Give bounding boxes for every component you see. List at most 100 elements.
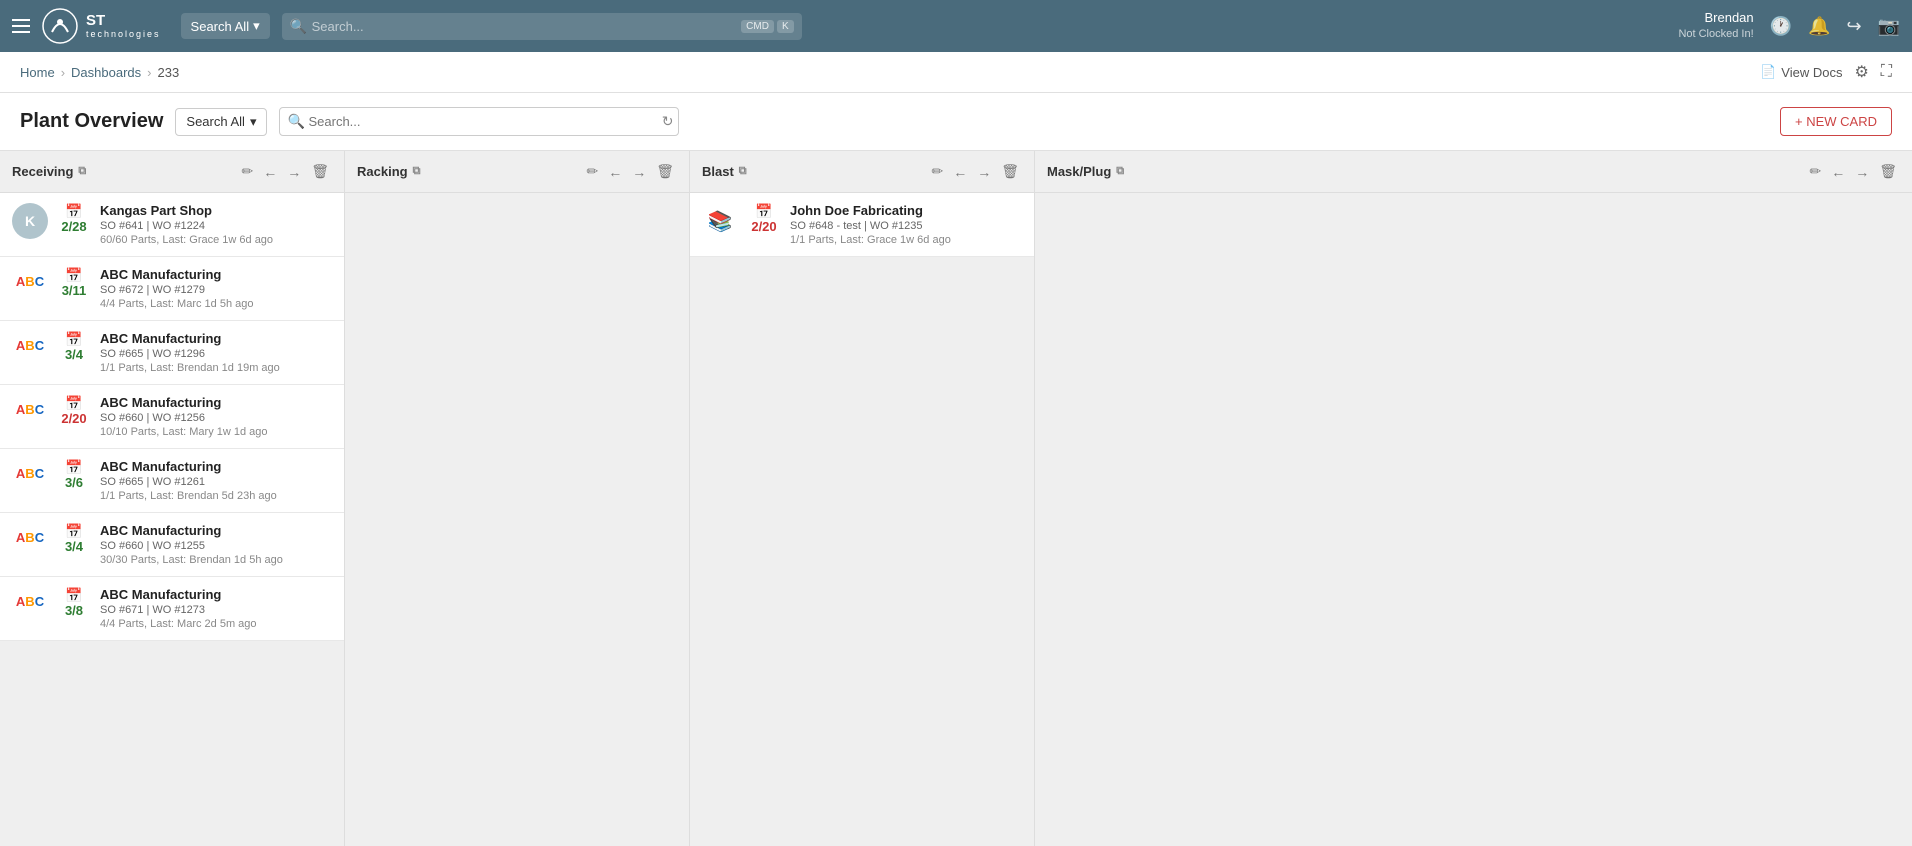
user-info: Brendan Not Clocked In!	[1678, 10, 1753, 41]
edit-column-button[interactable]: ✏	[238, 161, 256, 182]
refresh-button[interactable]: ↻	[662, 113, 674, 130]
edit-column-button[interactable]: ✏	[583, 161, 601, 182]
column-body-receiving: K 📅 2/28 Kangas Part Shop SO #641 | WO #…	[0, 193, 344, 846]
card-content: John Doe Fabricating SO #648 - test | WO…	[790, 203, 1022, 246]
card-content: ABC Manufacturing SO #665 | WO #1296 1/1…	[100, 331, 332, 374]
external-link-icon[interactable]: ⧉	[739, 165, 747, 178]
column-title-maskplug: Mask/Plug ⧉	[1047, 164, 1124, 179]
table-row[interactable]: K 📅 2/28 Kangas Part Shop SO #641 | WO #…	[0, 193, 344, 257]
move-left-button[interactable]: ←	[1828, 162, 1848, 182]
column-racking: Racking ⧉ ✏ ← → 🗑	[345, 151, 690, 846]
page-search-scope-button[interactable]: Search All ▾	[175, 108, 267, 136]
table-row[interactable]: ABC 📅 3/4 ABC Manufacturing SO #660 | WO…	[0, 513, 344, 577]
column-body-racking	[345, 193, 689, 846]
card-company: ABC Manufacturing	[100, 395, 332, 410]
calendar-icon: 📅	[65, 395, 82, 412]
hamburger-menu[interactable]	[12, 19, 30, 33]
logo-name: ST	[86, 13, 161, 30]
date-badge: 📅 3/11	[58, 267, 90, 297]
card-meta: 30/30 Parts, Last: Brendan 1d 5h ago	[100, 554, 332, 566]
delete-column-button[interactable]: 🗑	[1876, 161, 1900, 182]
page-search-input[interactable]	[279, 107, 679, 136]
move-right-button[interactable]: →	[284, 162, 304, 182]
avatar: ABC	[12, 523, 48, 551]
move-right-button[interactable]: →	[1852, 162, 1872, 182]
external-link-icon[interactable]: ⧉	[1116, 165, 1124, 178]
date-badge: 📅 3/4	[58, 523, 90, 553]
table-row[interactable]: ABC 📅 3/11 ABC Manufacturing SO #672 | W…	[0, 257, 344, 321]
delete-column-button[interactable]: 🗑	[308, 161, 332, 182]
card-company: ABC Manufacturing	[100, 331, 332, 346]
date-number: 3/4	[65, 348, 83, 361]
new-card-button[interactable]: + NEW CARD	[1780, 107, 1892, 136]
logo: ST technologies	[42, 8, 161, 44]
logout-icon[interactable]: ↪	[1846, 16, 1861, 37]
settings-icon[interactable]: ⚙	[1854, 62, 1868, 82]
card-content: ABC Manufacturing SO #660 | WO #1256 10/…	[100, 395, 332, 438]
table-row[interactable]: ABC 📅 3/6 ABC Manufacturing SO #665 | WO…	[0, 449, 344, 513]
table-row[interactable]: ABC 📅 2/20 ABC Manufacturing SO #660 | W…	[0, 385, 344, 449]
avatar: ABC	[12, 267, 48, 295]
camera-icon[interactable]: 📷	[1878, 16, 1900, 37]
edit-column-button[interactable]: ✏	[928, 161, 946, 182]
avatar: ABC	[12, 395, 48, 423]
table-row[interactable]: 📚 📅 2/20 John Doe Fabricating SO #648 - …	[690, 193, 1034, 257]
date-badge: 📅 3/6	[58, 459, 90, 489]
avatar: ABC	[12, 587, 48, 615]
card-meta: 1/1 Parts, Last: Grace 1w 6d ago	[790, 234, 1022, 246]
card-company: John Doe Fabricating	[790, 203, 1022, 218]
table-row[interactable]: ABC 📅 3/4 ABC Manufacturing SO #665 | WO…	[0, 321, 344, 385]
bell-icon[interactable]: 🔔	[1808, 16, 1830, 37]
card-meta: 10/10 Parts, Last: Mary 1w 1d ago	[100, 426, 332, 438]
date-number: 3/4	[65, 540, 83, 553]
move-right-button[interactable]: →	[629, 162, 649, 182]
calendar-icon: 📅	[65, 587, 82, 604]
column-title-blast: Blast ⧉	[702, 164, 747, 179]
card-company: Kangas Part Shop	[100, 203, 332, 218]
column-header-receiving: Receiving ⧉ ✏ ← → 🗑	[0, 151, 344, 193]
avatar: 📚	[702, 203, 738, 239]
global-search-input[interactable]	[282, 13, 802, 40]
global-search-all-button[interactable]: Search All ▾	[181, 13, 270, 39]
breadcrumb-dashboards[interactable]: Dashboards	[71, 65, 141, 80]
card-meta: 4/4 Parts, Last: Marc 1d 5h ago	[100, 298, 332, 310]
card-meta: 60/60 Parts, Last: Grace 1w 6d ago	[100, 234, 332, 246]
card-order: SO #671 | WO #1273	[100, 604, 332, 616]
breadcrumb-home[interactable]: Home	[20, 65, 55, 80]
kbd-cmd: CMD	[741, 20, 774, 33]
card-order: SO #665 | WO #1296	[100, 348, 332, 360]
external-link-icon[interactable]: ⧉	[413, 165, 421, 178]
move-right-button[interactable]: →	[974, 162, 994, 182]
column-body-maskplug	[1035, 193, 1912, 846]
move-left-button[interactable]: ←	[605, 162, 625, 182]
column-header-blast: Blast ⧉ ✏ ← → 🗑	[690, 151, 1034, 193]
calendar-icon: 📅	[65, 523, 82, 540]
edit-column-button[interactable]: ✏	[1806, 161, 1824, 182]
column-header-maskplug: Mask/Plug ⧉ ✏ ← → 🗑	[1035, 151, 1912, 193]
date-number: 2/28	[61, 220, 86, 233]
date-number: 2/20	[751, 220, 776, 233]
date-badge: 📅 3/4	[58, 331, 90, 361]
avatar: K	[12, 203, 48, 239]
page-search-icon: 🔍	[287, 113, 304, 130]
expand-icon[interactable]: ⛶	[1881, 63, 1892, 81]
kbd-k: K	[777, 20, 794, 33]
card-meta: 1/1 Parts, Last: Brendan 5d 23h ago	[100, 490, 332, 502]
move-left-button[interactable]: ←	[950, 162, 970, 182]
date-number: 3/11	[62, 284, 87, 297]
user-name: Brendan	[1678, 10, 1753, 27]
delete-column-button[interactable]: 🗑	[998, 161, 1022, 182]
delete-column-button[interactable]: 🗑	[653, 161, 677, 182]
view-docs-button[interactable]: 📄 View Docs	[1760, 64, 1842, 80]
calendar-icon: 📅	[755, 203, 772, 220]
move-left-button[interactable]: ←	[260, 162, 280, 182]
user-status: Not Clocked In!	[1678, 27, 1753, 41]
external-link-icon[interactable]: ⧉	[78, 165, 86, 178]
table-row[interactable]: ABC 📅 3/8 ABC Manufacturing SO #671 | WO…	[0, 577, 344, 641]
calendar-icon: 📅	[65, 331, 82, 348]
breadcrumb: Home › Dashboards › 233 📄 View Docs ⚙ ⛶	[0, 52, 1912, 93]
column-title-receiving: Receiving ⧉	[12, 164, 86, 179]
clock-icon[interactable]: 🕐	[1770, 16, 1792, 37]
page-title: Plant Overview	[20, 110, 163, 133]
calendar-icon: 📅	[65, 459, 82, 476]
